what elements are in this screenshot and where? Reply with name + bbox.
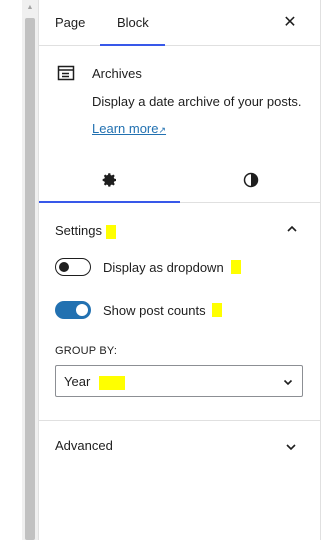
close-button[interactable]: ✕ xyxy=(280,13,300,33)
chevron-down-icon[interactable] xyxy=(284,440,298,454)
advanced-section-header[interactable]: Advanced xyxy=(55,438,113,453)
toggle-row-dropdown: Display as dropdown xyxy=(55,255,241,279)
group-by-value: Year xyxy=(64,374,126,390)
display-as-dropdown-label: Display as dropdown xyxy=(103,259,224,275)
show-post-counts-label: Show post counts xyxy=(103,302,206,318)
scrollbar[interactable]: ▲ xyxy=(22,0,38,540)
settings-title-text: Settings xyxy=(55,223,102,238)
right-edge xyxy=(320,0,326,540)
learn-more-link[interactable]: Learn more↗ xyxy=(92,121,166,136)
group-by-value-text: Year xyxy=(64,374,91,389)
archive-icon xyxy=(57,65,75,81)
left-edge xyxy=(0,0,22,540)
external-link-icon: ↗ xyxy=(158,125,167,135)
tab-active-indicator xyxy=(100,44,165,46)
chevron-down-icon xyxy=(283,379,293,386)
inspector-sub-tabs xyxy=(39,157,321,203)
sidebar-tabs: Page Block ✕ xyxy=(39,0,320,46)
sub-tab-active-indicator xyxy=(39,201,180,203)
toggle-knob xyxy=(76,304,88,316)
scroll-thumb[interactable] xyxy=(25,18,35,540)
scroll-up-arrow-icon[interactable]: ▲ xyxy=(26,4,34,12)
section-divider xyxy=(39,420,321,421)
show-post-counts-toggle[interactable] xyxy=(55,301,91,319)
group-by-select[interactable]: Year xyxy=(55,365,303,397)
tab-styles[interactable] xyxy=(180,157,321,203)
toggle-knob xyxy=(59,262,69,272)
tab-block[interactable]: Block xyxy=(117,0,149,46)
tab-settings[interactable] xyxy=(39,157,180,203)
group-by-label: GROUP BY: xyxy=(55,345,118,357)
highlight-mark xyxy=(99,375,126,390)
learn-more-label: Learn more xyxy=(92,121,159,136)
gear-icon xyxy=(102,173,116,187)
display-as-dropdown-toggle[interactable] xyxy=(55,258,91,276)
highlight-mark xyxy=(211,303,222,317)
settings-title: Settings xyxy=(55,223,116,239)
contrast-icon xyxy=(243,172,258,188)
chevron-up-icon xyxy=(287,225,297,232)
block-inspector-panel: Page Block ✕ Archives Display a date arc… xyxy=(38,0,321,540)
toggle-row-post-counts: Show post counts xyxy=(55,298,222,322)
close-icon: ✕ xyxy=(283,14,297,31)
block-title: Archives xyxy=(92,66,142,81)
settings-section-header[interactable]: Settings xyxy=(39,204,321,254)
tab-page[interactable]: Page xyxy=(55,0,85,46)
highlight-mark xyxy=(105,224,116,239)
block-description: Display a date archive of your posts. xyxy=(92,94,302,109)
highlight-mark xyxy=(230,260,241,274)
